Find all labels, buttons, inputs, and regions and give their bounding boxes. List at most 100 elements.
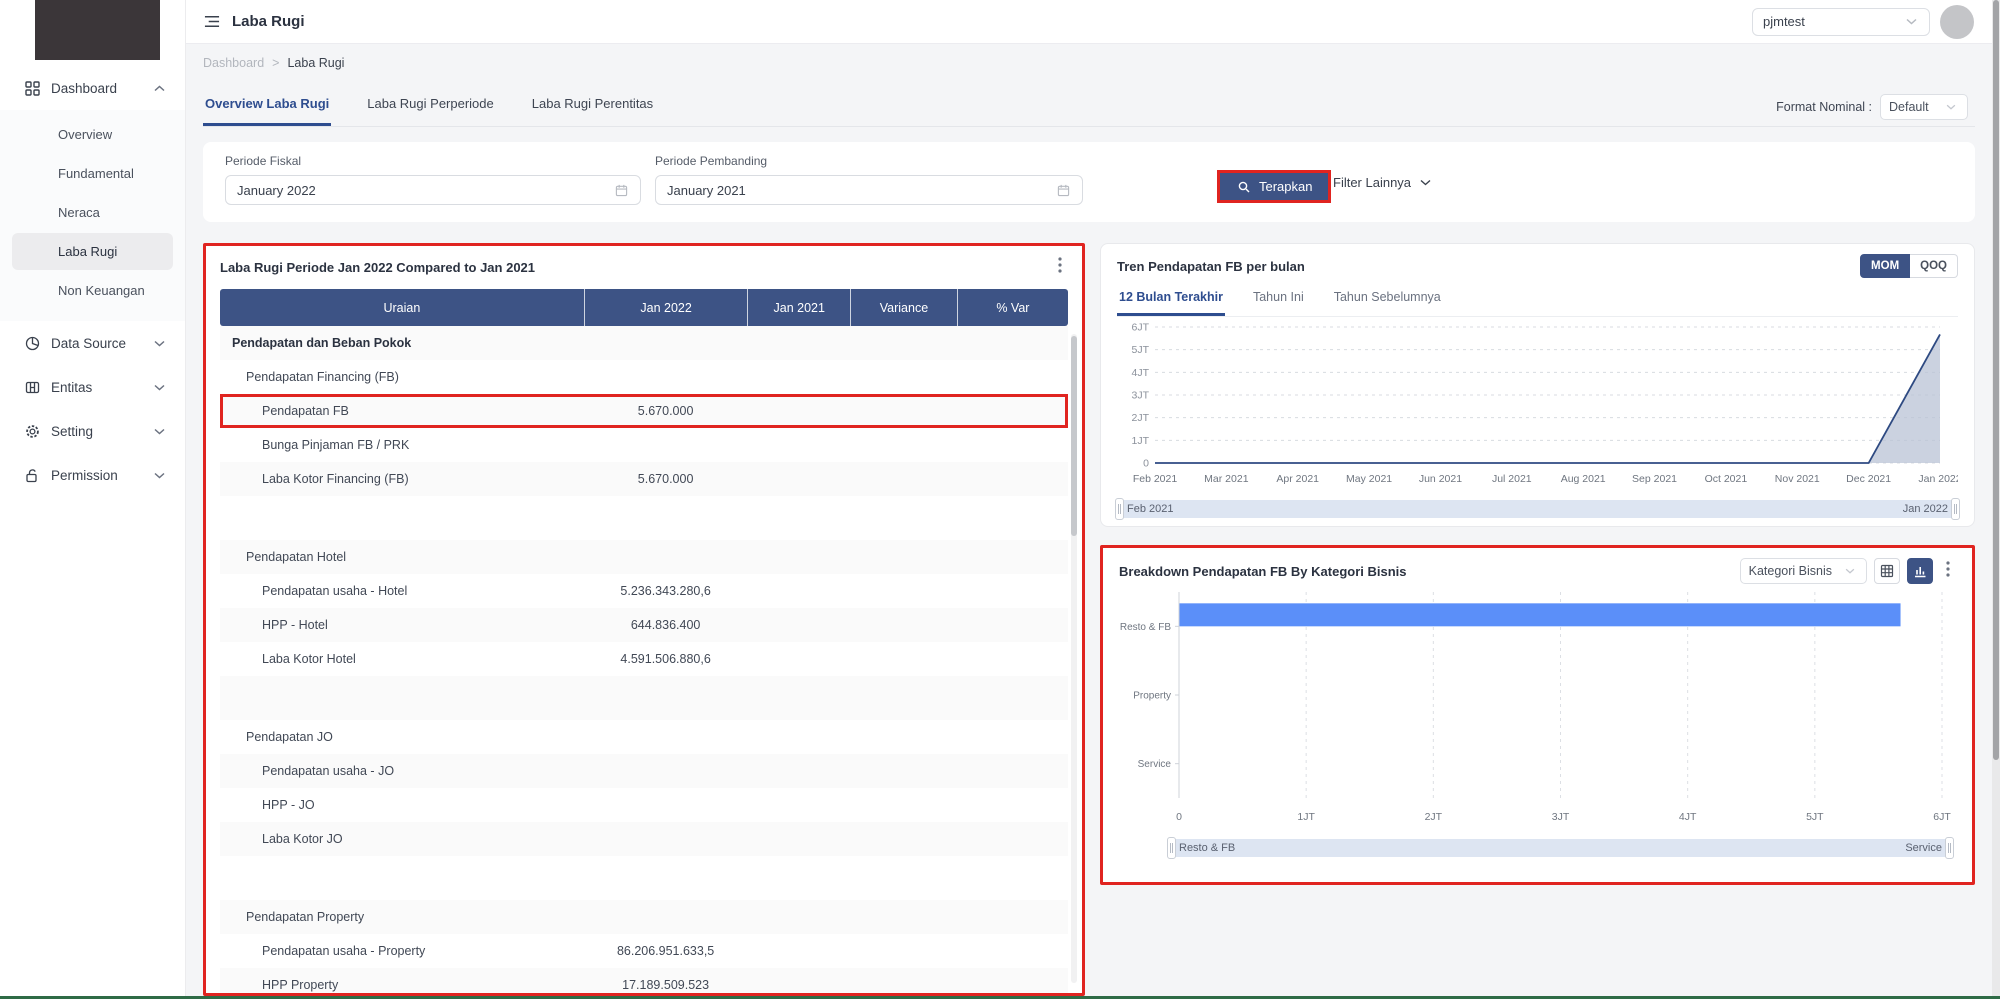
column-pct-var[interactable]: % Var xyxy=(957,289,1068,326)
trend-range-slider[interactable]: Feb 2021 Jan 2022 xyxy=(1119,500,1956,518)
tab-tahun-ini[interactable]: Tahun Ini xyxy=(1251,286,1306,316)
mom-toggle-button[interactable]: MOM xyxy=(1860,254,1910,278)
table-row[interactable]: Laba Kotor JO xyxy=(220,822,1068,856)
pl-table-title: Laba Rugi Periode Jan 2022 Compared to J… xyxy=(220,260,535,275)
tab-laba-rugi-perperiode[interactable]: Laba Rugi Perperiode xyxy=(365,90,495,126)
slider-handle-right[interactable] xyxy=(1951,498,1960,520)
app-root: Dashboard Overview Fundamental Neraca La… xyxy=(0,0,2000,999)
slider-handle-left[interactable] xyxy=(1167,837,1176,859)
svg-text:6JT: 6JT xyxy=(1933,811,1951,823)
kebab-icon[interactable] xyxy=(1940,561,1956,582)
table-scrollbar[interactable] xyxy=(1071,334,1077,983)
sidebar-item-dashboard[interactable]: Dashboard xyxy=(0,66,185,110)
svg-text:Resto & FB: Resto & FB xyxy=(1120,622,1171,633)
page-scrollbar-thumb[interactable] xyxy=(1993,0,1999,760)
sidebar-item-entitas[interactable]: Entitas xyxy=(0,365,185,409)
user-dropdown[interactable]: pjmtest xyxy=(1752,8,1930,36)
breakdown-card-title: Breakdown Pendapatan FB By Kategori Bisn… xyxy=(1119,564,1407,579)
breakdown-slider-right-label: Service xyxy=(1905,842,1942,854)
table-row[interactable]: Bunga Pinjaman FB / PRK xyxy=(220,428,1068,462)
qoq-toggle-button[interactable]: QOQ xyxy=(1910,254,1958,278)
fiscal-period-label: Periode Fiskal xyxy=(225,154,641,168)
sidebar-item-setting[interactable]: Setting xyxy=(0,409,185,453)
table-row[interactable]: Pendapatan Property xyxy=(220,900,1068,934)
column-jan-2021[interactable]: Jan 2021 xyxy=(747,289,850,326)
sidebar-item-label: Data Source xyxy=(51,336,126,351)
menu-toggle-icon[interactable] xyxy=(204,14,220,30)
table-scrollbar-thumb[interactable] xyxy=(1071,336,1077,536)
table-row[interactable]: Pendapatan usaha - Property86.206.951.63… xyxy=(220,934,1068,968)
sidebar: Dashboard Overview Fundamental Neraca La… xyxy=(0,0,186,999)
trend-card-title: Tren Pendapatan FB per bulan xyxy=(1117,259,1305,274)
apply-button-annotation: Terapkan xyxy=(1217,170,1331,203)
svg-text:0: 0 xyxy=(1176,811,1182,823)
slider-handle-right[interactable] xyxy=(1945,837,1954,859)
trend-tabs: 12 Bulan Terakhir Tahun Ini Tahun Sebelu… xyxy=(1117,286,1958,317)
chevron-down-icon xyxy=(151,379,167,395)
dimension-select[interactable]: Kategori Bisnis xyxy=(1740,558,1867,584)
sidebar-item-neraca[interactable]: Neraca xyxy=(12,194,173,231)
table-row[interactable]: Pendapatan FB5.670.000 xyxy=(220,394,1068,428)
table-row[interactable]: Pendapatan dan Beban Pokok xyxy=(220,326,1068,360)
table-row[interactable]: Pendapatan Hotel xyxy=(220,540,1068,574)
column-variance[interactable]: Variance xyxy=(850,289,957,326)
chart-view-button[interactable] xyxy=(1907,558,1933,584)
slider-handle-left[interactable] xyxy=(1115,498,1124,520)
table-row[interactable]: HPP - JO xyxy=(220,788,1068,822)
table-row[interactable]: Pendapatan usaha - JO xyxy=(220,754,1068,788)
sidebar-item-laba-rugi[interactable]: Laba Rugi xyxy=(12,233,173,270)
trend-card: Tren Pendapatan FB per bulan MOM QOQ 12 … xyxy=(1100,243,1975,527)
table-view-button[interactable] xyxy=(1874,558,1900,584)
sidebar-item-data-source[interactable]: Data Source xyxy=(0,321,185,365)
page-tabs: Overview Laba Rugi Laba Rugi Perperiode … xyxy=(203,90,1975,127)
compare-period-input[interactable]: January 2021 xyxy=(655,175,1083,205)
sidebar-item-permission[interactable]: Permission xyxy=(0,453,185,497)
pl-table-card: Laba Rugi Periode Jan 2022 Compared to J… xyxy=(203,243,1085,996)
table-spacer-row[interactable] xyxy=(220,856,1068,900)
column-jan-2022[interactable]: Jan 2022 xyxy=(584,289,748,326)
sidebar-item-label: Entitas xyxy=(51,380,92,395)
table-row[interactable]: Pendapatan JO xyxy=(220,720,1068,754)
page-scrollbar[interactable] xyxy=(1992,0,2000,999)
user-avatar[interactable] xyxy=(1940,5,1974,39)
breakdown-slider-left-label: Resto & FB xyxy=(1179,842,1235,854)
main-content: Dashboard > Laba Rugi Overview Laba Rugi… xyxy=(186,44,1992,999)
sidebar-item-non-keuangan[interactable]: Non Keuangan xyxy=(12,272,173,309)
fiscal-period-field: Periode Fiskal January 2022 xyxy=(225,154,641,205)
sidebar-item-overview[interactable]: Overview xyxy=(12,116,173,153)
kebab-icon[interactable] xyxy=(1052,257,1068,278)
table-spacer-row[interactable] xyxy=(220,676,1068,720)
compare-period-field: Periode Pembanding January 2021 xyxy=(655,154,1083,205)
column-uraian[interactable]: Uraian xyxy=(220,289,584,326)
breadcrumb-parent[interactable]: Dashboard xyxy=(203,56,264,70)
pl-table-body: Pendapatan dan Beban PokokPendapatan Fin… xyxy=(220,326,1068,996)
tab-laba-rugi-perentitas[interactable]: Laba Rugi Perentitas xyxy=(530,90,655,126)
apply-button[interactable]: Terapkan xyxy=(1220,173,1328,200)
tab-12-bulan-terakhir[interactable]: 12 Bulan Terakhir xyxy=(1117,286,1225,316)
table-row[interactable]: Pendapatan Financing (FB) xyxy=(220,360,1068,394)
svg-text:5JT: 5JT xyxy=(1131,344,1149,356)
table-spacer-row[interactable] xyxy=(220,496,1068,540)
table-row[interactable]: HPP - Hotel644.836.400 xyxy=(220,608,1068,642)
sidebar-item-fundamental[interactable]: Fundamental xyxy=(12,155,173,192)
more-filters-link[interactable]: Filter Lainnya xyxy=(1333,174,1433,190)
search-icon xyxy=(1236,179,1252,195)
pl-table-header: Laba Rugi Periode Jan 2022 Compared to J… xyxy=(206,246,1082,289)
breakdown-range-slider[interactable]: Resto & FB Service xyxy=(1171,839,1950,857)
chevron-up-icon xyxy=(151,80,167,96)
chevron-down-icon xyxy=(1943,99,1959,115)
svg-text:3JT: 3JT xyxy=(1131,390,1149,402)
table-row[interactable]: Laba Kotor Financing (FB)5.670.000 xyxy=(220,462,1068,496)
chart-view-icon xyxy=(1912,563,1928,579)
tab-tahun-sebelumnya[interactable]: Tahun Sebelumnya xyxy=(1332,286,1443,316)
tab-overview-laba-rugi[interactable]: Overview Laba Rugi xyxy=(203,90,331,126)
sidebar-item-label: Dashboard xyxy=(51,81,117,96)
table-row[interactable]: Pendapatan usaha - Hotel5.236.343.280,6 xyxy=(220,574,1068,608)
table-row[interactable]: HPP Property17.189.509.523 xyxy=(220,968,1068,996)
sidebar-item-label: Permission xyxy=(51,468,118,483)
format-nominal-select[interactable]: Default xyxy=(1880,94,1968,120)
fiscal-period-input[interactable]: January 2022 xyxy=(225,175,641,205)
svg-text:Mar 2021: Mar 2021 xyxy=(1204,473,1249,485)
topbar: Laba Rugi pjmtest xyxy=(186,0,1992,44)
table-row[interactable]: Laba Kotor Hotel4.591.506.880,6 xyxy=(220,642,1068,676)
